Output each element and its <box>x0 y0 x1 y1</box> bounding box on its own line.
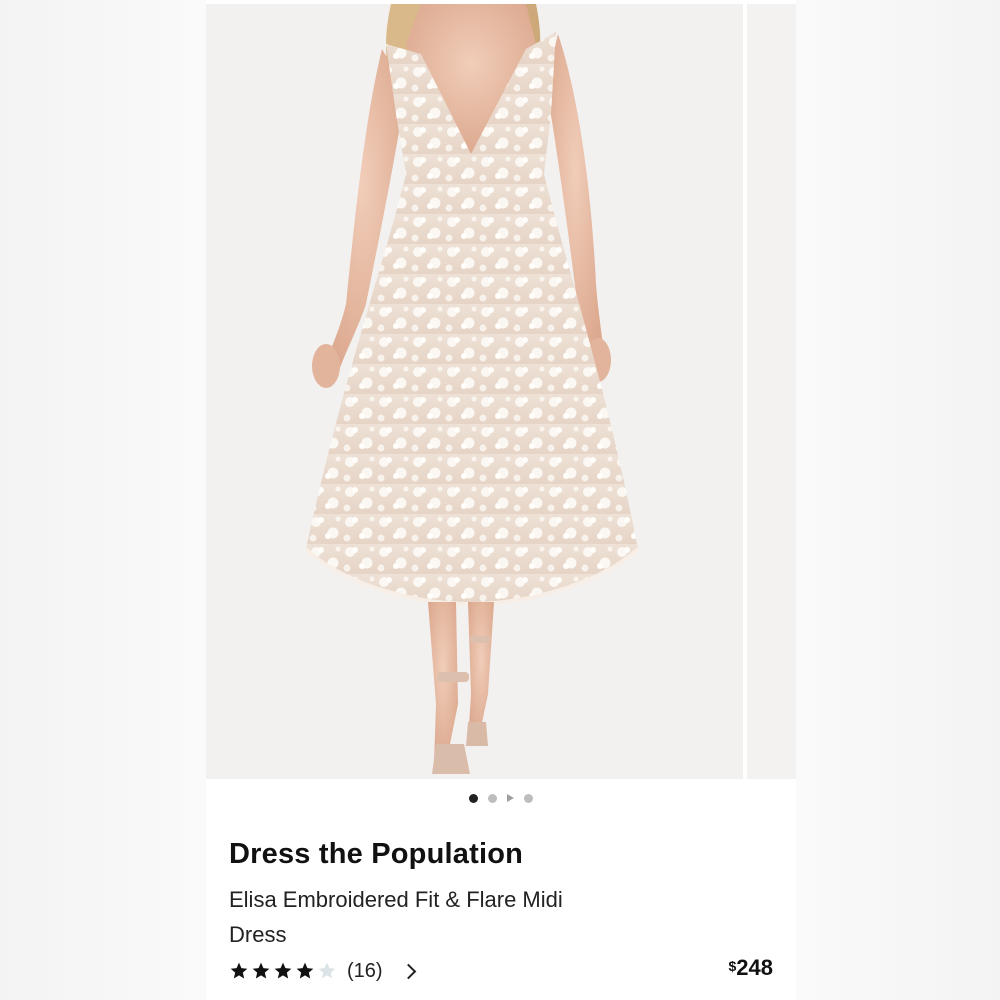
background-blur-left <box>0 0 206 1000</box>
product-image-next[interactable] <box>747 4 796 779</box>
product-image-main[interactable] <box>206 4 743 779</box>
product-name[interactable]: Elisa Embroidered Fit & Flare Midi Dress <box>229 882 589 952</box>
star-icon <box>274 962 292 979</box>
image-gallery[interactable] <box>206 4 796 779</box>
brand-name[interactable]: Dress the Population <box>229 838 523 871</box>
dress-photo <box>206 4 743 779</box>
play-icon[interactable] <box>507 794 514 802</box>
gallery-dot-1[interactable] <box>469 793 478 803</box>
price-amount: 248 <box>736 955 773 980</box>
chevron-right-icon <box>400 963 416 979</box>
star-icon <box>252 962 270 979</box>
price: $ 248 <box>728 955 773 981</box>
product-page: Dress the Population Elisa Embroidered F… <box>0 0 1000 1000</box>
review-count: (16) <box>347 959 383 982</box>
product-card: Dress the Population Elisa Embroidered F… <box>206 0 796 1000</box>
rating-link[interactable]: (16) <box>229 958 416 984</box>
star-icon <box>318 962 336 979</box>
star-rating <box>229 961 337 981</box>
gallery-pagination <box>206 792 796 804</box>
currency-symbol: $ <box>728 958 737 974</box>
gallery-dot-4[interactable] <box>524 793 533 803</box>
star-icon <box>230 962 248 979</box>
star-icon <box>296 962 314 979</box>
background-blur-right <box>796 0 1000 1000</box>
gallery-dot-2[interactable] <box>488 793 497 803</box>
